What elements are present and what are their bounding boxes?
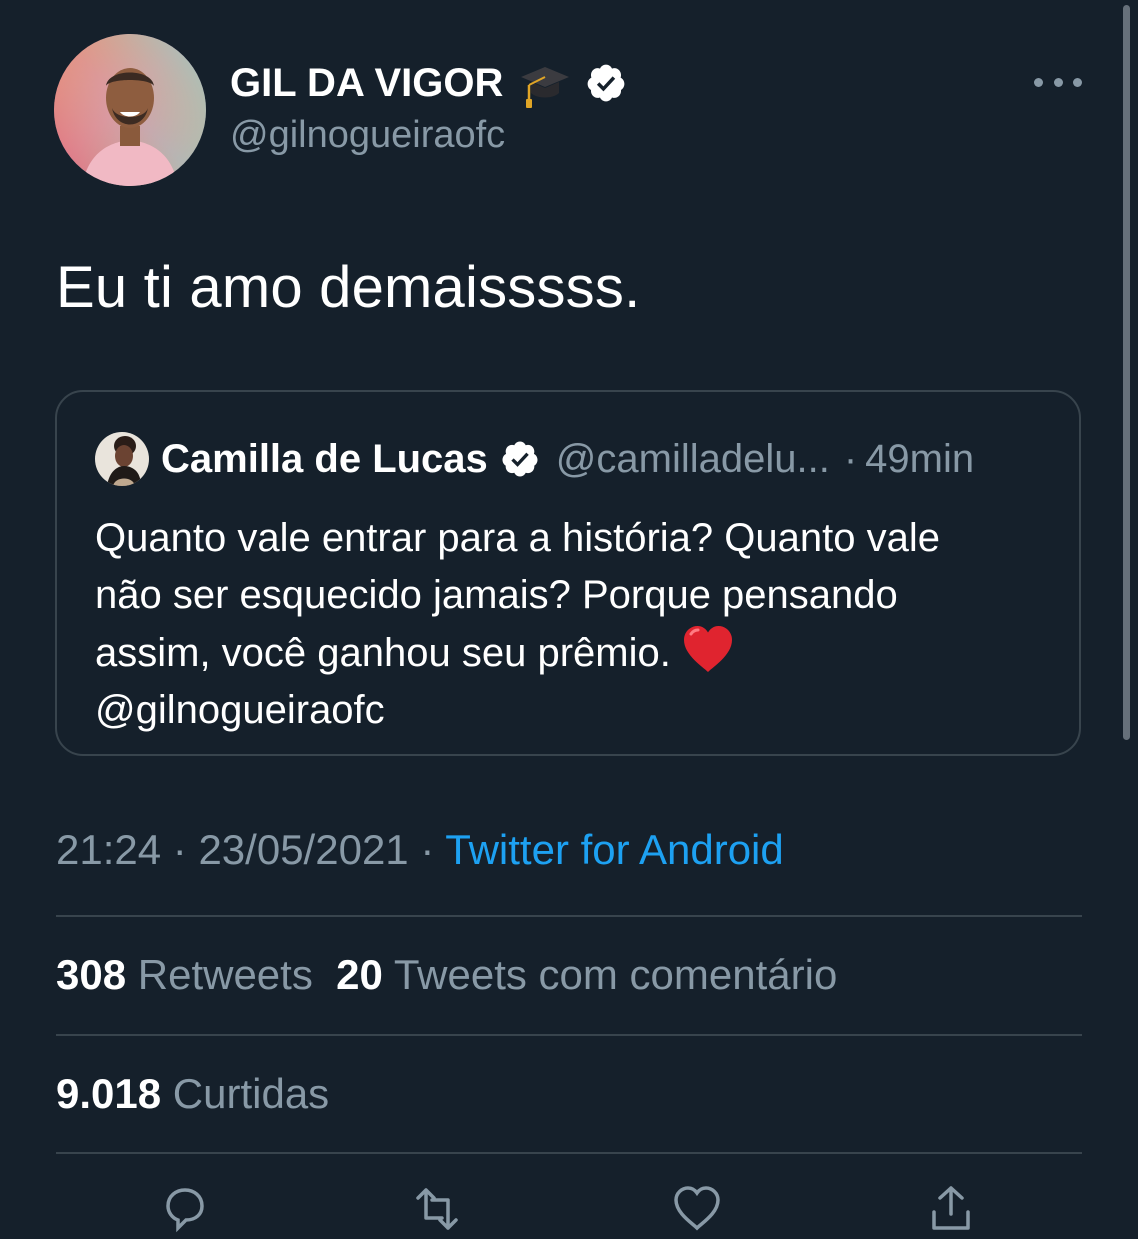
meta-separator: · [420, 826, 435, 873]
retweets-label: Retweets [137, 951, 313, 998]
verified-badge-icon [585, 62, 627, 104]
quote-tweets-label: Tweets com comentário [393, 951, 838, 998]
author-name-row: GIL DA VIGOR [230, 56, 627, 110]
stats-row-retweets: 308 Retweets 20 Tweets com comentário [56, 951, 837, 999]
scrollbar-thumb[interactable] [1123, 5, 1130, 740]
author-name[interactable]: GIL DA VIGOR [230, 61, 503, 106]
quote-text-line: Quanto vale entrar para a história? Quan… [95, 516, 940, 560]
likes-label: Curtidas [172, 1070, 330, 1117]
divider [56, 1152, 1082, 1154]
share-icon[interactable] [926, 1184, 976, 1234]
quote-separator: · [843, 436, 858, 481]
quote-avatar-image [95, 432, 149, 486]
quote-author-name: Camilla de Lucas [161, 436, 488, 481]
quote-tweets-stat[interactable]: 20 Tweets com comentário [336, 951, 837, 998]
quote-avatar [95, 432, 149, 486]
quoted-tweet[interactable]: Camilla de Lucas @camilladelu... · 49min… [55, 390, 1081, 756]
meta-separator: · [172, 826, 187, 873]
author-handle[interactable]: @gilnogueiraofc [230, 114, 505, 157]
quote-timestamp: 49min [865, 436, 975, 481]
graduation-cap-icon [519, 57, 571, 109]
divider [56, 1034, 1082, 1036]
more-dot [1073, 77, 1082, 87]
likes-count: 9.018 [56, 1070, 162, 1117]
quote-text-line: assim, você ganhou seu prêmio. [95, 631, 671, 675]
reply-icon[interactable] [160, 1184, 210, 1234]
action-bar [0, 1170, 1138, 1233]
like-icon[interactable] [672, 1184, 722, 1234]
retweet-icon[interactable] [412, 1184, 462, 1234]
tweet-time: 21:24 [56, 826, 162, 873]
more-dot [1053, 77, 1063, 87]
tweet-text: Eu ti amo demaisssss. [56, 255, 641, 320]
quote-text-line-with-emoji: assim, você ganhou seu prêmio. [95, 624, 1055, 682]
more-options-icon[interactable] [1034, 62, 1082, 102]
quote-text: Quanto vale entrar para a história? Quan… [95, 510, 1055, 739]
quote-mention: @gilnogueiraofc [95, 688, 385, 732]
tweet-meta: 21:24 · 23/05/2021 · Twitter for Android [56, 826, 784, 874]
verified-badge-icon [500, 439, 540, 479]
red-heart-icon [681, 624, 735, 674]
quote-header: Camilla de Lucas @camilladelu... · 49min [161, 432, 974, 486]
likes-stat[interactable]: 9.018 Curtidas [56, 1070, 329, 1117]
more-dot [1034, 77, 1043, 87]
stats-row-likes: 9.018 Curtidas [56, 1070, 329, 1118]
divider [56, 915, 1082, 917]
quote-text-line: não ser esquecido jamais? Porque pensand… [95, 573, 898, 617]
tweet-date: 23/05/2021 [198, 826, 409, 873]
tweet-source-link[interactable]: Twitter for Android [445, 826, 783, 873]
retweets-count: 308 [56, 951, 127, 998]
author-avatar-image [54, 34, 206, 186]
retweets-stat[interactable]: 308 Retweets [56, 951, 313, 998]
quote-author-handle: @camilladelu... [555, 436, 830, 481]
quote-tweets-count: 20 [336, 951, 383, 998]
author-avatar[interactable] [54, 34, 206, 186]
